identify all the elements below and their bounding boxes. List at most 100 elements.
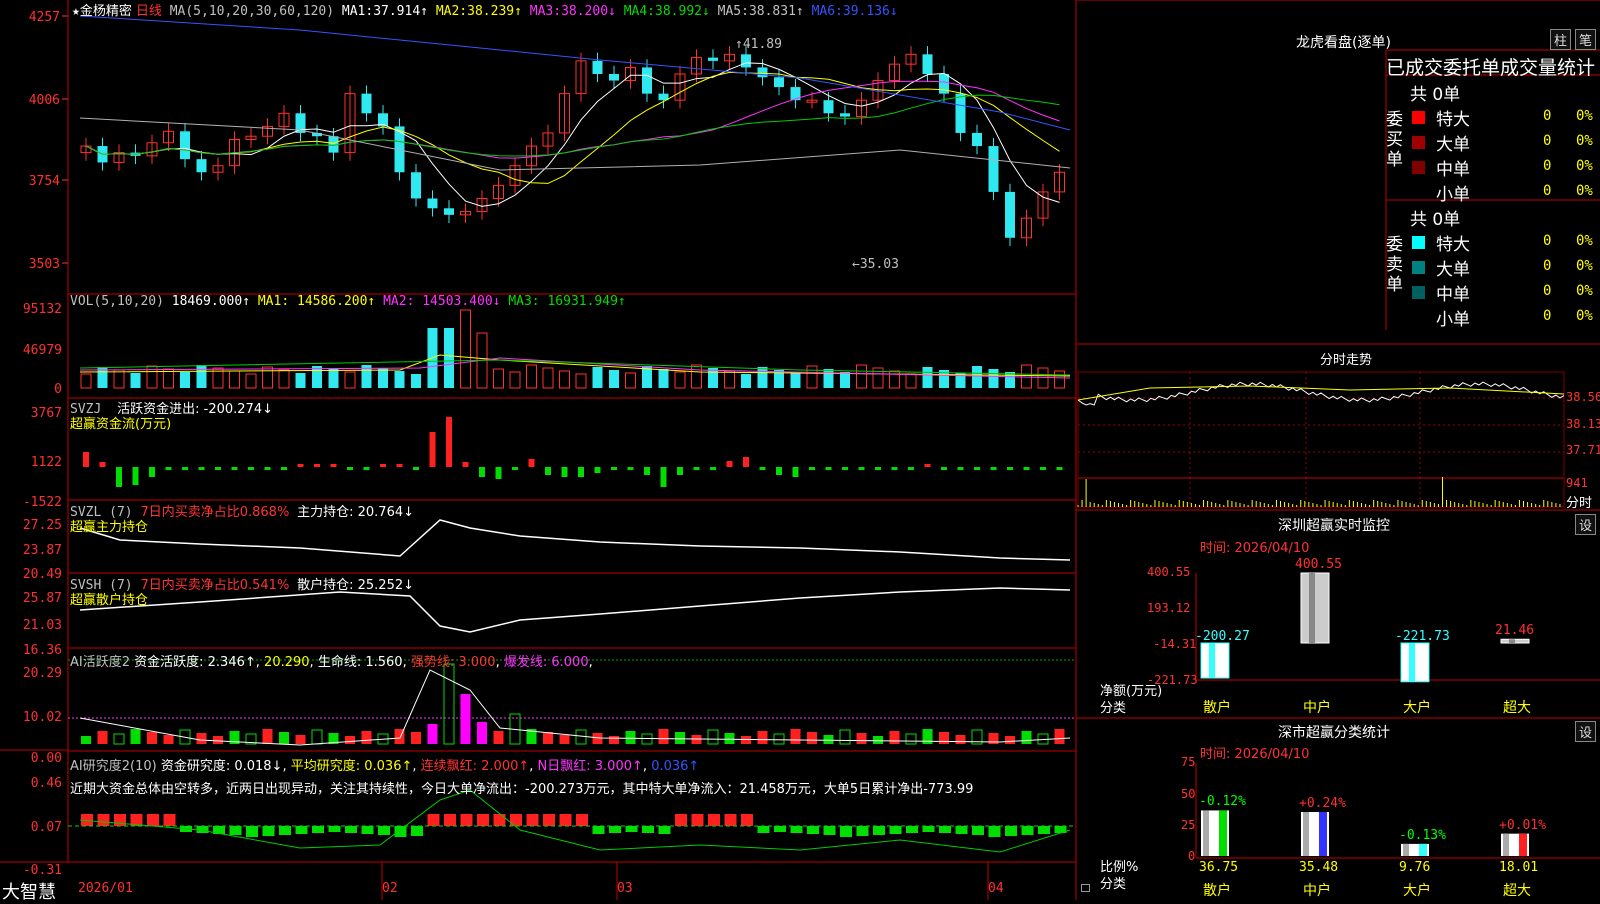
- monitor-category: 大户: [1403, 700, 1431, 716]
- volume-bar-up: [559, 370, 570, 389]
- order-count: 0: [1543, 258, 1552, 274]
- activity-bar: [279, 732, 289, 744]
- fund-flow-bar-out: [644, 467, 650, 475]
- fund-flow-bar-out: [512, 467, 518, 470]
- intraday-tick-high: 38.56: [1566, 390, 1600, 404]
- activity-bar: [707, 729, 719, 745]
- classify-category: 大户: [1403, 883, 1431, 899]
- candle-down: [361, 93, 372, 114]
- volume-ma1: MA1: 14586.200↑: [257, 294, 376, 309]
- research-bar-up: [477, 814, 489, 826]
- activity-bar: [460, 694, 471, 744]
- classify-value: 18.01: [1499, 860, 1539, 875]
- volume-bar-down: [411, 374, 421, 388]
- research-bar-down: [378, 826, 390, 835]
- monitor-bar-value: -221.73: [1395, 629, 1450, 644]
- retail-line: [79, 587, 1071, 633]
- volume-bar-up: [889, 370, 900, 389]
- ma5-value: 38.831↑: [748, 4, 804, 19]
- lhb-title: 龙虎看盘(逐单): [1296, 35, 1391, 51]
- ai-research-label4: N日飘红: 3.000↑: [537, 759, 643, 774]
- activity-bar: [262, 729, 273, 744]
- order-size-label: 大单: [1436, 135, 1470, 155]
- order-count: 0: [1543, 133, 1552, 149]
- ma2-value: 38.239↑: [467, 4, 522, 19]
- fund-flow-bar-out: [479, 467, 485, 477]
- research-bar-up: [708, 814, 720, 826]
- research-bar-down: [328, 826, 341, 832]
- research-bar-up: [741, 814, 753, 826]
- order-size-label: 特大: [1436, 235, 1470, 255]
- order-percent: 0%: [1576, 183, 1593, 199]
- activity-bar: [741, 736, 751, 744]
- research-bar-down: [823, 826, 836, 835]
- fund-flow-bar-in: [726, 461, 733, 467]
- svzl-label1: 7日内买卖净占比0.868%: [140, 505, 290, 520]
- ai-active-y-tick: 20.29: [23, 666, 62, 681]
- order-size-label: 小单: [1436, 185, 1470, 205]
- order-size-label: 小单: [1436, 310, 1470, 330]
- ma-params: MA(5,10,20,30,60,120): [169, 4, 335, 19]
- classify-category: 中户: [1303, 883, 1331, 899]
- volume-bar-down: [295, 373, 306, 388]
- research-bar-down: [972, 826, 984, 835]
- fund-flow-bar-out: [231, 467, 238, 470]
- tick-view-button[interactable]: 笔: [1575, 29, 1597, 50]
- activity-bar: [757, 731, 768, 744]
- classify-bar-color: [1219, 810, 1227, 856]
- monitor-bar-value: -200.27: [1195, 629, 1250, 644]
- research-bar-down: [906, 826, 918, 833]
- lhb-tabs[interactable]: 已成交委托单成交量统计: [1386, 53, 1595, 80]
- activity-bar: [361, 731, 372, 744]
- monitor-time: 时间: 2026/04/10: [1200, 541, 1310, 556]
- kline-y-tick: 3754: [29, 174, 60, 189]
- intraday-vol-tick: 941: [1566, 476, 1588, 490]
- order-count: 0: [1543, 183, 1552, 199]
- period-label[interactable]: 日线: [136, 4, 162, 19]
- volume-bar-up: [509, 371, 521, 389]
- vol-ma2-line: [79, 357, 1071, 379]
- ai-research-label3: 连续飘红: 2.000↑: [420, 759, 530, 774]
- stock-name[interactable]: 金杨精密: [80, 4, 132, 19]
- research-bar-up: [114, 814, 126, 826]
- research-bar-down: [1021, 826, 1034, 835]
- column-view-button[interactable]: 柱: [1550, 29, 1572, 50]
- lock-icon[interactable]: [1081, 884, 1090, 892]
- fund-flow-bar-out: [941, 467, 947, 470]
- volume-bar-up: [493, 368, 504, 389]
- ma6-value: 39.136↓: [842, 4, 898, 19]
- activity-bar: [724, 733, 735, 744]
- ai-research-y-tick: 0.07: [31, 820, 62, 835]
- candle-down: [955, 93, 966, 133]
- classify-settings-button[interactable]: 设: [1575, 721, 1597, 742]
- fund-flow-bar-out: [132, 467, 139, 485]
- activity-bar: [427, 724, 438, 744]
- candle-down: [757, 67, 768, 78]
- fund-flow-bar-out: [561, 467, 568, 477]
- research-bar-down: [592, 826, 605, 834]
- classify-value: 35.48: [1299, 860, 1339, 875]
- ai-active-y-tick: 0.00: [31, 751, 62, 766]
- ai-active-y-tick: 10.02: [23, 710, 62, 725]
- svzl-y-tick: 20.49: [23, 567, 62, 582]
- volume-bar-down: [757, 367, 768, 388]
- volume-bar-up: [1037, 367, 1049, 389]
- favorite-star-icon[interactable]: ★: [72, 4, 80, 19]
- volume-bar-down: [922, 367, 933, 388]
- order-count: 0: [1543, 283, 1552, 299]
- research-bar-down: [856, 826, 869, 836]
- volume-bar-down: [180, 372, 190, 388]
- fund-flow-bar-in: [380, 464, 386, 467]
- svzj-y-tick: 1122: [31, 455, 62, 470]
- candle-down: [840, 113, 850, 117]
- activity-bar: [97, 731, 108, 744]
- low-mark-label: ←35.03: [852, 257, 899, 272]
- ma4-line: [85, 94, 1060, 157]
- volume-bar-up: [674, 371, 686, 389]
- candle-down: [444, 208, 454, 215]
- sell-side-label: 委卖单: [1386, 235, 1403, 295]
- activity-bar: [889, 731, 900, 744]
- svsh-y-tick: 25.87: [23, 591, 62, 606]
- activity-bar: [130, 729, 141, 744]
- monitor-settings-button[interactable]: 设: [1575, 514, 1597, 535]
